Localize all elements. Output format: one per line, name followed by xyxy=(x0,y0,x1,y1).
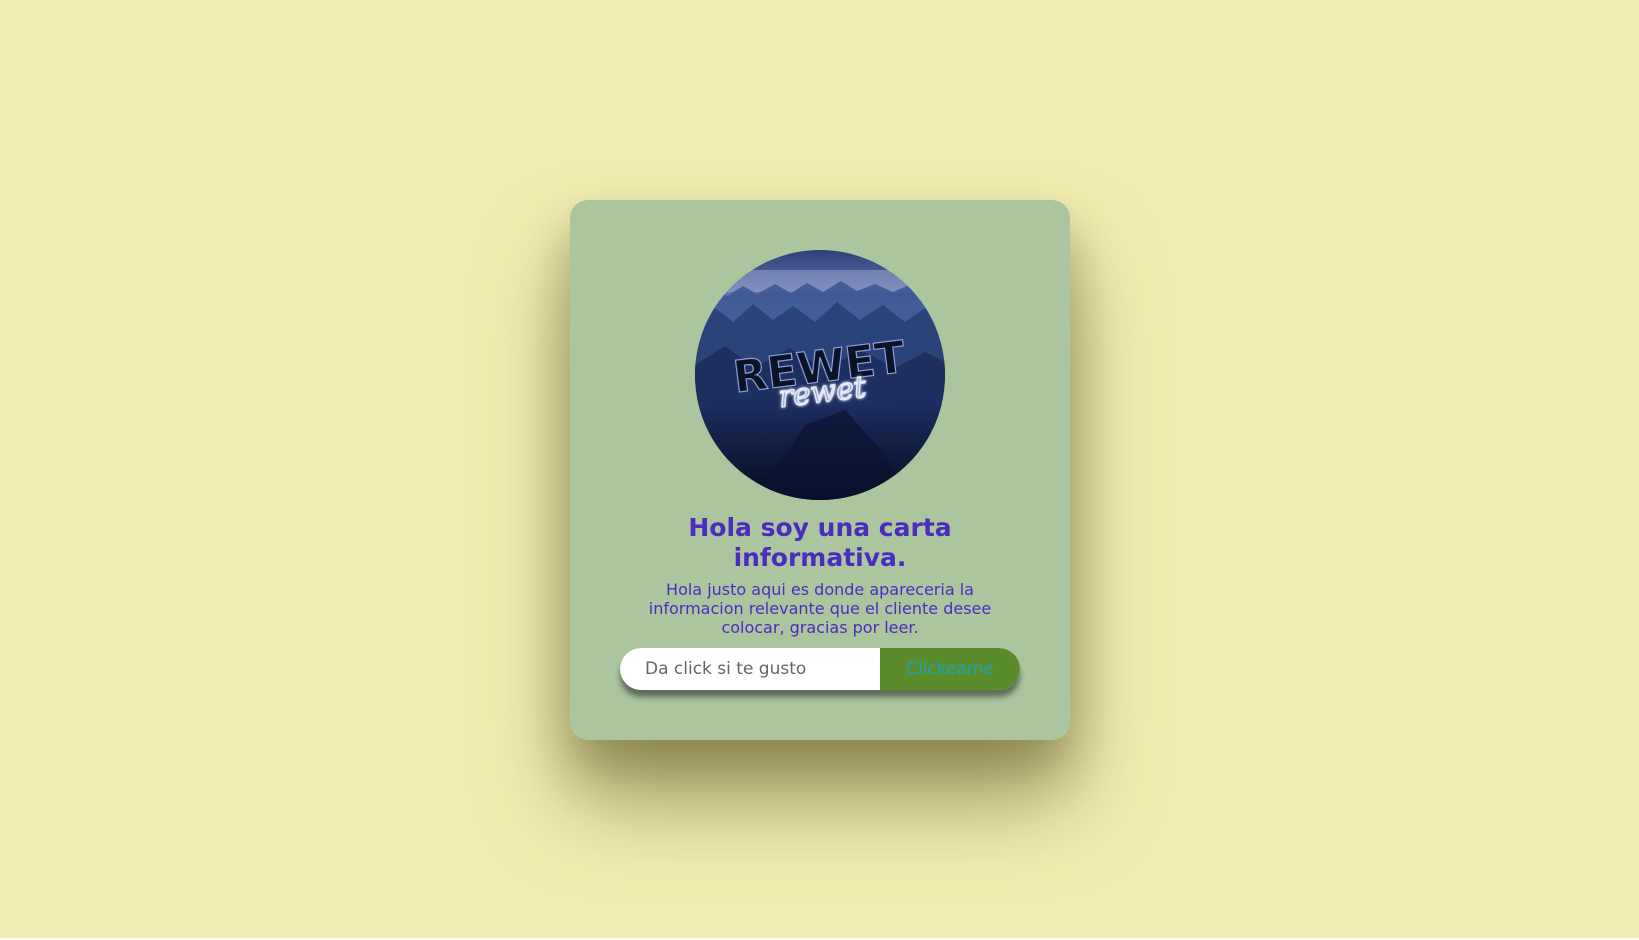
card-description: Hola justo aqui es donde apareceria la i… xyxy=(648,580,992,637)
like-input[interactable] xyxy=(620,648,880,690)
info-card: REWET rewet Hola soy una carta informati… xyxy=(570,200,1070,740)
card-avatar-image: REWET rewet xyxy=(695,250,945,500)
card-title: Hola soy una carta informativa. xyxy=(688,513,952,572)
clickeame-button[interactable]: Clickeame xyxy=(880,648,1020,690)
mountain-logo-image: REWET rewet xyxy=(695,250,945,500)
like-action-group: Clickeame xyxy=(620,648,1020,690)
